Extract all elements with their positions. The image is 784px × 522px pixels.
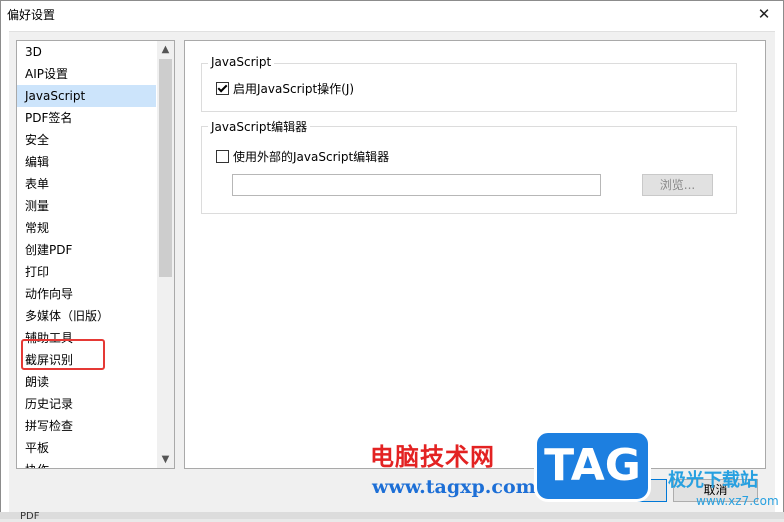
external-editor-checkbox[interactable] — [216, 150, 229, 163]
scroll-thumb[interactable] — [159, 59, 172, 277]
site-url: www.xz7.com — [696, 494, 779, 508]
window-title: 偏好设置 — [7, 8, 56, 22]
sidebar-item[interactable]: 动作向导 — [17, 283, 156, 305]
watermark-text: 电脑技术网 — [370, 443, 495, 471]
editor-path-input[interactable] — [232, 174, 601, 196]
background-window-strip — [0, 512, 784, 519]
sidebar-item[interactable]: 编辑 — [17, 151, 156, 173]
watermark-url: www.tagxp.com — [372, 476, 536, 498]
sidebar-item[interactable]: 历史记录 — [17, 393, 156, 415]
background-window-text: PDF — [20, 511, 40, 522]
sidebar-item[interactable]: 协作 — [17, 459, 156, 468]
browse-button[interactable]: 浏览... — [642, 174, 713, 196]
sidebar-item[interactable]: 打印 — [17, 261, 156, 283]
annotation-highlight-box — [21, 339, 105, 370]
settings-panel: JavaScript 启用JavaScript操作(J) JavaScript编… — [184, 40, 766, 469]
category-scrollbar[interactable]: ▲ ▼ — [157, 41, 174, 468]
enable-javascript-label: 启用JavaScript操作(J) — [233, 82, 355, 96]
sidebar-item[interactable]: 拼写检查 — [17, 415, 156, 437]
sidebar-item[interactable]: 朗读 — [17, 371, 156, 393]
site-logo: 极光下载站 — [668, 470, 758, 491]
category-items: 3D AIP设置 JavaScript PDF签名 安全 编辑 表单 测量 常规 创建PDF 打印动… — [17, 41, 156, 468]
sidebar-item[interactable]: 创建PDF — [17, 239, 156, 261]
javascript-group-title: JavaScript — [208, 55, 275, 69]
category-list[interactable]: 3D AIP设置 JavaScript PDF签名 安全 编辑 表单 测量 常规 创建PDF 打印动… — [16, 40, 175, 469]
sidebar-item[interactable]: PDF签名 — [17, 107, 156, 129]
sidebar-item[interactable]: 常规 — [17, 217, 156, 239]
tag-logo: TAG — [534, 430, 651, 502]
sidebar-item[interactable]: JavaScript — [17, 85, 156, 107]
scroll-up-icon[interactable]: ▲ — [157, 41, 174, 58]
javascript-editor-group: JavaScript编辑器 使用外部的JavaScript编辑器 浏览... — [201, 118, 737, 214]
enable-javascript-checkbox[interactable] — [216, 82, 229, 95]
title-bar: 偏好设置 ✕ — [1, 1, 783, 29]
close-button[interactable]: ✕ — [751, 3, 777, 25]
scroll-down-icon[interactable]: ▼ — [157, 451, 174, 468]
javascript-editor-group-title: JavaScript编辑器 — [208, 118, 311, 135]
sidebar-item[interactable]: 测量 — [17, 195, 156, 217]
external-editor-option[interactable]: 使用外部的JavaScript编辑器 — [216, 149, 389, 165]
external-editor-label: 使用外部的JavaScript编辑器 — [233, 150, 390, 164]
sidebar-item[interactable]: 3D — [17, 41, 156, 63]
sidebar-item[interactable]: 平板 — [17, 437, 156, 459]
sidebar-item[interactable]: 安全 — [17, 129, 156, 151]
sidebar-item[interactable]: 表单 — [17, 173, 156, 195]
enable-javascript-option[interactable]: 启用JavaScript操作(J) — [216, 81, 354, 97]
sidebar-item[interactable]: AIP设置 — [17, 63, 156, 85]
sidebar-item[interactable]: 多媒体（旧版） — [17, 305, 156, 327]
javascript-group: JavaScript 启用JavaScript操作(J) — [201, 55, 737, 112]
